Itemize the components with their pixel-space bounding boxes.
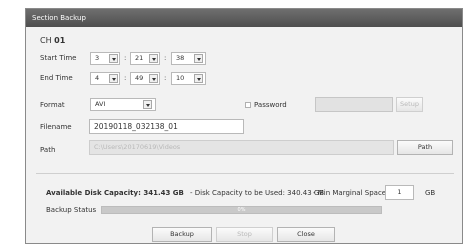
end-minute-dropdown-icon[interactable]: [149, 74, 158, 83]
time-separator: :: [164, 74, 167, 82]
end-second-value: 10: [176, 74, 185, 82]
dialog-title: Section Backup: [26, 9, 462, 27]
section-backup-dialog: Section Backup CH 01 Start Time 3 : 21 :…: [25, 8, 463, 244]
start-second-value: 38: [176, 54, 185, 62]
filename-label: Filename: [40, 123, 72, 131]
path-button[interactable]: Path: [397, 140, 453, 155]
setup-button[interactable]: Setup: [396, 97, 423, 112]
available-disk-capacity: Available Disk Capacity: 341.43 GB: [46, 189, 184, 197]
min-marginal-space-label: - Min Marginal Space:: [313, 189, 389, 197]
end-hour-dropdown-icon[interactable]: [109, 74, 118, 83]
filename-input[interactable]: 20190118_032138_01: [89, 119, 244, 134]
min-marginal-space-value: 1: [397, 188, 402, 196]
filename-value: 20190118_032138_01: [94, 122, 178, 131]
path-label: Path: [40, 146, 56, 154]
format-label: Format: [40, 101, 65, 109]
min-marginal-space-unit: GB: [425, 189, 436, 197]
backup-progress-percent: 0%: [237, 207, 246, 213]
disk-capacity-to-be-used: - Disk Capacity to be Used: 340.43 GB: [190, 189, 325, 197]
start-hour-dropdown-icon[interactable]: [109, 54, 118, 63]
close-button[interactable]: Close: [277, 227, 335, 242]
start-time-label: Start Time: [40, 54, 77, 62]
start-minute-value: 21: [135, 54, 144, 62]
time-separator: :: [164, 54, 167, 62]
end-second-dropdown-icon[interactable]: [194, 74, 203, 83]
backup-button[interactable]: Backup: [152, 227, 212, 242]
end-time-label: End Time: [40, 74, 73, 82]
time-separator: :: [124, 54, 127, 62]
password-label: Password: [254, 101, 287, 109]
password-checkbox[interactable]: [245, 102, 251, 108]
channel-prefix: CH: [40, 36, 52, 45]
divider: [36, 173, 454, 174]
format-value: AVI: [95, 100, 106, 108]
end-minute-value: 49: [135, 74, 144, 82]
end-hour-value: 4: [95, 74, 100, 82]
password-input[interactable]: [315, 97, 393, 112]
channel-number: 01: [54, 36, 66, 45]
stop-button[interactable]: Stop: [216, 227, 273, 242]
start-second-dropdown-icon[interactable]: [194, 54, 203, 63]
backup-status-label: Backup Status: [46, 206, 97, 214]
path-input[interactable]: C:\Users\20170619\Videos: [89, 140, 394, 155]
min-marginal-space-input[interactable]: 1: [385, 185, 414, 200]
time-separator: :: [124, 74, 127, 82]
format-dropdown-icon[interactable]: [143, 100, 152, 109]
backup-progress-bar: 0%: [101, 206, 382, 214]
channel-label: CH 01: [40, 36, 65, 45]
path-value: C:\Users\20170619\Videos: [94, 143, 181, 151]
start-minute-dropdown-icon[interactable]: [149, 54, 158, 63]
start-hour-value: 3: [95, 54, 100, 62]
